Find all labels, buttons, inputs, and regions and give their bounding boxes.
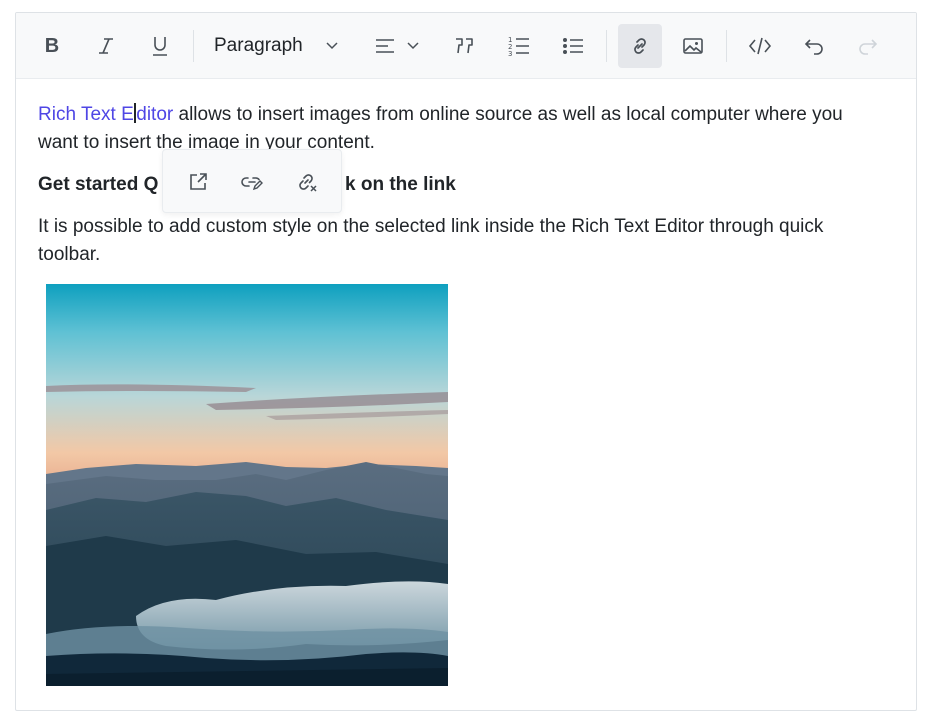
link-icon xyxy=(634,38,646,54)
chevron-down-icon xyxy=(407,42,419,50)
format-dropdown[interactable]: Paragraph xyxy=(206,24,352,68)
blockquote-icon xyxy=(456,38,473,54)
italic-button[interactable] xyxy=(86,24,126,68)
paragraph-quick-toolbar: It is possible to add custom style on th… xyxy=(38,213,898,269)
ordered-list-icon: 123 xyxy=(508,36,529,57)
insert-link-button[interactable] xyxy=(618,24,662,68)
edit-link-button[interactable] xyxy=(234,164,270,200)
landscape-photo[interactable] xyxy=(46,284,448,686)
heading-text-end: k on the link xyxy=(345,174,456,195)
undo-icon xyxy=(804,39,823,55)
unordered-list-icon xyxy=(563,38,583,54)
redo-icon xyxy=(859,39,878,55)
insert-image-button[interactable] xyxy=(672,24,714,68)
source-code-button[interactable] xyxy=(738,24,782,68)
toolbar-separator xyxy=(193,30,194,62)
external-link-icon xyxy=(190,173,207,190)
paragraph-quick-toolbar-line2: toolbar. xyxy=(38,244,101,265)
link-quick-toolbar xyxy=(162,149,342,213)
redo-button[interactable] xyxy=(846,24,890,68)
alignment-dropdown[interactable] xyxy=(366,24,428,68)
remove-link-button[interactable] xyxy=(289,164,325,200)
toolbar-separator xyxy=(606,30,607,62)
bold-button[interactable]: B xyxy=(32,24,72,68)
format-dropdown-label: Paragraph xyxy=(214,35,303,56)
svg-text:3: 3 xyxy=(508,50,512,57)
code-icon xyxy=(748,37,772,55)
open-link-button[interactable] xyxy=(180,164,216,200)
rich-text-editor-link[interactable]: Rich Text Editor xyxy=(38,103,174,125)
edit-link-icon xyxy=(241,177,263,191)
underline-icon xyxy=(153,37,167,56)
paragraph-quick-toolbar-line1: It is possible to add custom style on th… xyxy=(38,216,824,237)
bold-icon: B xyxy=(44,34,60,57)
rich-text-editor: B Paragraph 123 Rich Text E ditor allows… xyxy=(15,12,917,711)
link-text-part-a: Rich Text E xyxy=(38,104,134,125)
italic-icon xyxy=(99,38,113,54)
blockquote-button[interactable] xyxy=(444,24,486,68)
paragraph-intro-text: allows to insert images from online sour… xyxy=(173,104,843,125)
undo-button[interactable] xyxy=(792,24,836,68)
chevron-down-icon xyxy=(326,42,338,50)
heading-get-started: Get started Q xyxy=(38,171,158,199)
align-left-icon xyxy=(376,39,394,53)
underline-button[interactable] xyxy=(140,24,180,68)
toolbar-separator xyxy=(726,30,727,62)
ordered-list-button[interactable]: 123 xyxy=(498,24,540,68)
image-icon xyxy=(683,38,703,54)
link-text-part-b: ditor xyxy=(136,104,174,125)
editor-toolbar: B Paragraph 123 xyxy=(16,13,916,79)
unordered-list-button[interactable] xyxy=(552,24,594,68)
heading-text-start: Get started Q xyxy=(38,174,159,195)
unlink-icon xyxy=(299,174,317,192)
heading-get-started-end: k on the link xyxy=(345,171,456,199)
